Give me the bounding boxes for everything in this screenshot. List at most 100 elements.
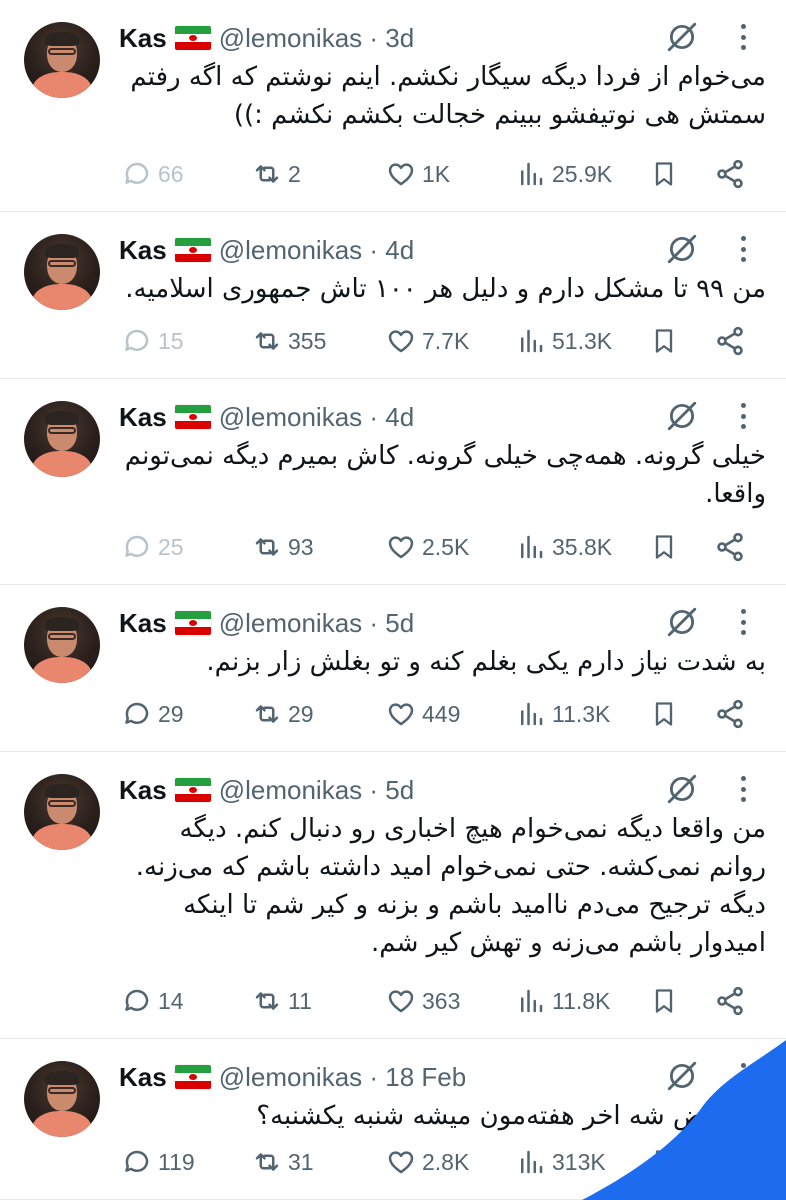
tweet[interactable]: Kas @lemonikas · 5d من واقعا دیگه نمی‌خوام… bbox=[0, 752, 786, 1039]
avatar[interactable] bbox=[24, 234, 100, 310]
avatar[interactable] bbox=[24, 22, 100, 98]
reply-button[interactable]: 119 bbox=[122, 1142, 195, 1182]
heart-icon bbox=[388, 1151, 414, 1174]
tweet[interactable]: Kas @lemonikas · 4d من ۹۹ تا مشکل دارم و د… bbox=[0, 212, 786, 379]
repost-button[interactable]: 11 bbox=[252, 981, 312, 1021]
like-button[interactable]: 2.8K bbox=[386, 1142, 469, 1182]
like-button[interactable]: 1K bbox=[386, 154, 450, 194]
tweet[interactable]: Kas @lemonikas · 4d خیلی گرونه. همه‌چی خیل… bbox=[0, 379, 786, 585]
more-options-icon[interactable] bbox=[738, 403, 748, 429]
action-bar: 66 2 1K 25.9K bbox=[0, 154, 786, 194]
like-button[interactable]: 449 bbox=[386, 694, 460, 734]
bookmark-icon[interactable] bbox=[650, 326, 678, 356]
tweet-text-line: من ۹۹ تا مشکل دارم و دلیل هر ۱۰۰ تاش جمه… bbox=[125, 274, 766, 304]
display-name[interactable]: Kas bbox=[119, 402, 167, 433]
tweet[interactable]: Kas @lemonikas · 18 Feb ت عوض شه اخر هفته‌… bbox=[0, 1039, 786, 1200]
repost-button[interactable]: 29 bbox=[252, 694, 314, 734]
reply-button[interactable]: 29 bbox=[122, 694, 184, 734]
grok-icon[interactable] bbox=[665, 20, 699, 54]
reply-button[interactable]: 15 bbox=[122, 321, 184, 361]
repost-icon bbox=[255, 165, 279, 183]
like-button[interactable]: 363 bbox=[386, 981, 460, 1021]
display-name[interactable]: Kas bbox=[119, 1062, 167, 1093]
replies-count: 119 bbox=[158, 1148, 195, 1175]
repost-button[interactable]: 2 bbox=[252, 154, 301, 194]
like-button[interactable]: 2.5K bbox=[386, 527, 469, 567]
more-options-icon[interactable] bbox=[738, 24, 748, 50]
reply-button[interactable]: 14 bbox=[122, 981, 184, 1021]
repost-button[interactable]: 93 bbox=[252, 527, 314, 567]
repost-button[interactable]: 31 bbox=[252, 1142, 314, 1182]
display-name[interactable]: Kas bbox=[119, 235, 167, 266]
action-bar: 119 31 2.8K 313K bbox=[0, 1142, 786, 1182]
views-button[interactable]: 11.8K bbox=[516, 981, 610, 1021]
iran-flag-icon bbox=[174, 778, 211, 802]
avatar[interactable] bbox=[24, 1061, 100, 1137]
likes-count: 1K bbox=[422, 160, 451, 187]
grok-icon[interactable] bbox=[665, 232, 699, 266]
repost-button[interactable]: 355 bbox=[252, 321, 326, 361]
bookmark-icon[interactable] bbox=[650, 699, 678, 729]
reply-icon bbox=[125, 989, 149, 1011]
tweet-text-line: خیلی گرونه. همه‌چی خیلی گرونه. کاش بمیرم… bbox=[124, 441, 766, 471]
handle-and-time[interactable]: @lemonikas · 4d bbox=[219, 402, 414, 433]
bookmark-icon[interactable] bbox=[650, 532, 678, 562]
more-options-icon[interactable] bbox=[738, 776, 748, 802]
avatar[interactable] bbox=[24, 401, 100, 477]
reposts-count: 355 bbox=[288, 327, 327, 354]
views-button[interactable]: 11.3K bbox=[516, 694, 610, 734]
like-button[interactable]: 7.7K bbox=[386, 321, 469, 361]
display-name[interactable]: Kas bbox=[119, 608, 167, 639]
reply-button[interactable]: 25 bbox=[122, 527, 184, 567]
handle-and-time[interactable]: @lemonikas · 18 Feb bbox=[219, 1062, 467, 1093]
views-button[interactable]: 313K bbox=[516, 1142, 606, 1182]
tweet-text-line: واقعا. bbox=[705, 479, 766, 509]
views-icon bbox=[521, 329, 543, 353]
bookmark-icon[interactable] bbox=[650, 159, 678, 189]
tweet-header: Kas @lemonikas · 3d bbox=[119, 20, 414, 56]
share-icon[interactable] bbox=[714, 985, 746, 1017]
tweet[interactable]: Kas @lemonikas · 3d می‌خوام از فردا دیگه س… bbox=[0, 0, 786, 212]
avatar[interactable] bbox=[24, 607, 100, 683]
grok-icon[interactable] bbox=[665, 1059, 699, 1093]
reposts-count: 93 bbox=[288, 533, 314, 560]
tweet-text-line: امیدوار باشم می‌زنه و تهش کیر شم. bbox=[371, 928, 766, 958]
share-icon[interactable] bbox=[714, 531, 746, 563]
views-count: 11.3K bbox=[552, 700, 611, 727]
repost-icon bbox=[255, 538, 279, 556]
display-name[interactable]: Kas bbox=[119, 775, 167, 806]
tweet-text-line: ت عوض شه اخر هفته‌مون میشه شنبه یکشنبه؟ bbox=[256, 1101, 766, 1131]
grok-icon[interactable] bbox=[665, 399, 699, 433]
avatar[interactable] bbox=[24, 774, 100, 850]
handle-and-time[interactable]: @lemonikas · 5d bbox=[219, 775, 414, 806]
repost-icon bbox=[255, 705, 279, 723]
views-button[interactable]: 25.9K bbox=[516, 154, 612, 194]
display-name[interactable]: Kas bbox=[119, 23, 167, 54]
views-icon bbox=[521, 989, 543, 1013]
share-icon[interactable] bbox=[714, 158, 746, 190]
share-icon[interactable] bbox=[714, 698, 746, 730]
action-bar: 15 355 7.7K 51.3K bbox=[0, 321, 786, 361]
more-options-icon[interactable] bbox=[738, 236, 748, 262]
handle-and-time[interactable]: @lemonikas · 4d bbox=[219, 235, 414, 266]
views-button[interactable]: 51.3K bbox=[516, 321, 612, 361]
action-bar: 25 93 2.5K 35.8K bbox=[0, 527, 786, 567]
handle-and-time[interactable]: @lemonikas · 3d bbox=[219, 23, 414, 54]
tweet[interactable]: Kas @lemonikas · 5d به شدت نیاز دارم یکی ب… bbox=[0, 585, 786, 752]
iran-flag-icon bbox=[174, 238, 211, 262]
reply-icon bbox=[125, 702, 149, 724]
more-options-icon[interactable] bbox=[738, 1063, 748, 1089]
more-options-icon[interactable] bbox=[738, 609, 748, 635]
grok-icon[interactable] bbox=[665, 605, 699, 639]
reply-button[interactable]: 66 bbox=[122, 154, 184, 194]
share-icon[interactable] bbox=[714, 325, 746, 357]
reply-icon bbox=[125, 1150, 149, 1172]
bookmark-icon[interactable] bbox=[650, 1147, 678, 1177]
share-icon[interactable] bbox=[714, 1146, 746, 1178]
handle-and-time[interactable]: @lemonikas · 5d bbox=[219, 608, 414, 639]
grok-icon[interactable] bbox=[665, 772, 699, 806]
views-button[interactable]: 35.8K bbox=[516, 527, 612, 567]
iran-flag-icon bbox=[174, 1065, 211, 1089]
bookmark-icon[interactable] bbox=[650, 986, 678, 1016]
reply-icon bbox=[125, 535, 149, 557]
